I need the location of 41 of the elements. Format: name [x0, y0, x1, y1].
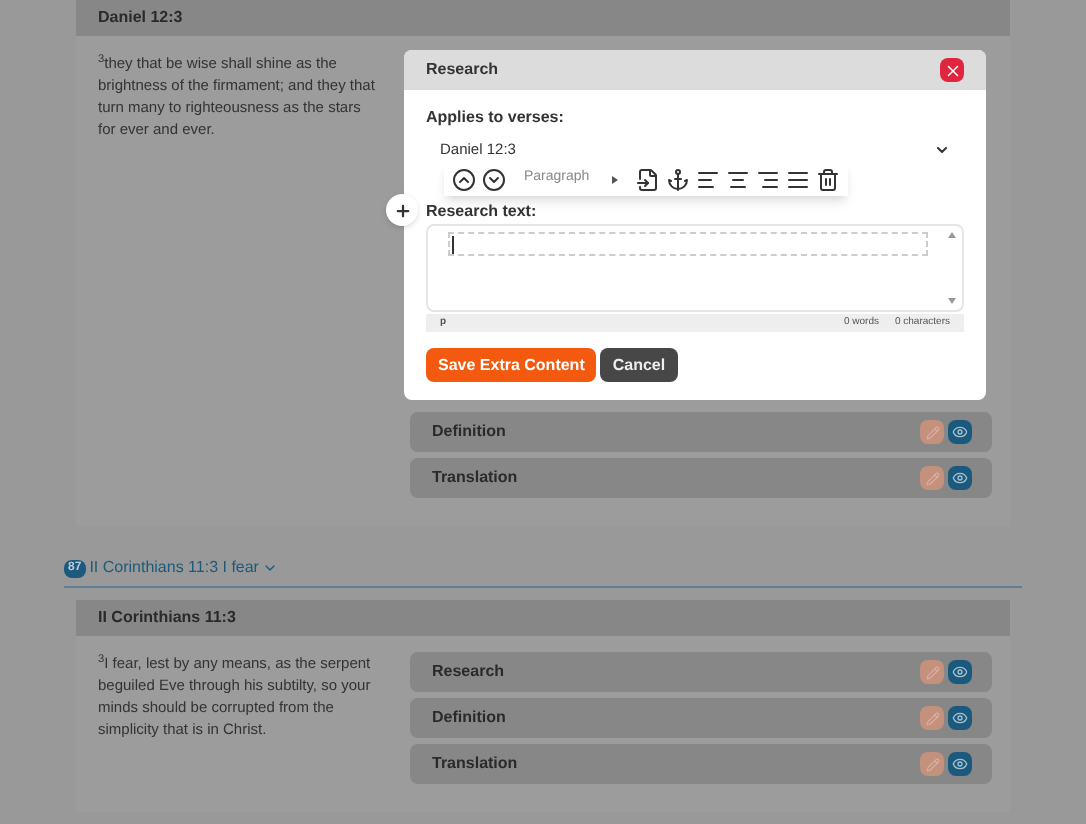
align-right-icon[interactable]	[755, 167, 780, 191]
passage-heading: Daniel 12:3	[98, 6, 183, 30]
view-button[interactable]	[948, 660, 972, 684]
section-title: Definition	[432, 706, 508, 730]
view-button[interactable]	[948, 706, 972, 730]
align-center-icon[interactable]	[725, 167, 750, 191]
anchor-icon[interactable]	[665, 167, 690, 191]
applies-label: Applies to verses:	[426, 106, 566, 130]
dialog-title: Research	[426, 58, 501, 82]
section-row[interactable]: Translation	[410, 744, 992, 784]
section-title: Definition	[432, 420, 508, 444]
save-button[interactable]: Save Extra Content	[426, 348, 597, 382]
scroll-up-icon[interactable]	[948, 232, 956, 238]
plus-icon	[393, 201, 411, 219]
close-icon	[943, 61, 961, 79]
research-text-label: Research text:	[426, 202, 539, 222]
close-button[interactable]	[940, 58, 964, 82]
move-up-icon[interactable]	[452, 167, 476, 191]
group-title[interactable]: II Corinthians 11:3 I fear	[89, 556, 259, 580]
view-button[interactable]	[948, 420, 972, 444]
section-title: Translation	[432, 466, 520, 490]
section-row[interactable]: Definition	[410, 698, 992, 738]
file-import-icon[interactable]	[635, 167, 660, 191]
move-down-icon[interactable]	[482, 167, 506, 191]
section-row[interactable]: Translation	[410, 458, 992, 498]
caret-icon	[611, 175, 618, 183]
section-row[interactable]: Definition	[410, 412, 992, 452]
section-title: Research	[432, 660, 507, 684]
chevron-icon[interactable]	[262, 560, 279, 576]
view-button[interactable]	[948, 466, 972, 490]
align-left-icon[interactable]	[695, 167, 720, 191]
add-block-button[interactable]	[386, 194, 418, 226]
scroll-down-icon[interactable]	[948, 298, 956, 304]
passage-heading: II Corinthians 11:3	[98, 606, 236, 630]
section-title: Translation	[432, 752, 520, 776]
cancel-button[interactable]: Cancel	[600, 348, 678, 382]
section-row[interactable]: Research	[410, 652, 992, 692]
view-button[interactable]	[948, 752, 972, 776]
trash-icon[interactable]	[815, 167, 840, 191]
align-justify-icon[interactable]	[785, 167, 810, 191]
chevron-icon	[934, 141, 950, 157]
